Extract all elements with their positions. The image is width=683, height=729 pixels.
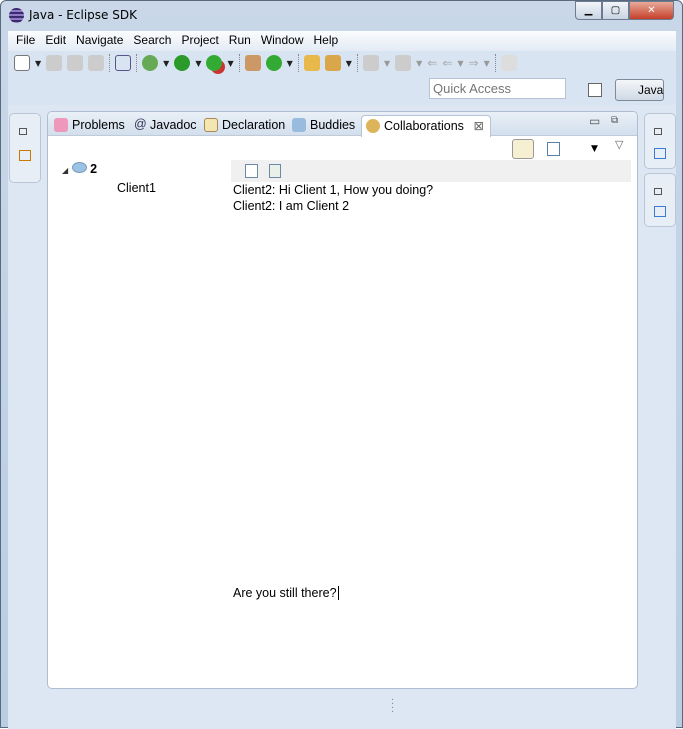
at-icon: @ [134,117,147,131]
task-list-icon[interactable] [654,206,666,217]
java-perspective-label: Java [638,83,664,97]
restore-icon[interactable] [654,188,662,195]
view-tabs: Problems @ Javadoc Declaration Buddies Co… [48,112,637,137]
tree-node-client[interactable]: Client1 [117,181,156,195]
minimize-view-icon[interactable]: ▭ [589,114,600,128]
chat-icon [366,119,380,133]
next-annotation-dropdown[interactable]: ▼ [384,59,390,68]
menu-bar: File Edit Navigate Search Project Run Wi… [8,31,676,51]
maximize-button[interactable]: ▢ [602,1,629,20]
title-bar: Java - Eclipse SDK ▁ ▢ ✕ [1,1,682,31]
buddies-icon [292,118,306,132]
new-dropdown[interactable]: ▼ [35,59,41,68]
pin-editor-icon[interactable] [500,55,517,71]
run-dropdown[interactable]: ▼ [195,59,201,68]
expand-arrow-icon[interactable]: ◢ [62,166,68,175]
tab-buddies[interactable]: Buddies [288,115,359,136]
forward-dropdown[interactable]: ▼ [484,59,490,68]
user-list-icon[interactable] [245,164,258,178]
debug-dropdown[interactable]: ▼ [163,59,169,68]
restore-icon[interactable] [654,128,662,135]
collapse-all-icon[interactable] [547,142,560,156]
java-perspective-button[interactable]: Java [615,79,664,101]
chat-input[interactable]: Are you still there? [233,586,339,600]
tree-node-root[interactable]: ◢ 2 [62,162,156,176]
menu-run[interactable]: Run [225,31,257,51]
save-all-icon[interactable] [67,55,84,71]
open-type-icon[interactable] [303,55,320,71]
declaration-icon [204,118,218,132]
restore-icon[interactable] [19,128,27,135]
menu-edit[interactable]: Edit [41,31,72,51]
menu-search[interactable]: Search [129,31,177,51]
tab-collaborations[interactable]: Collaborations ⊠ [361,115,491,137]
left-trim-stack [9,113,41,183]
chat-message: Client2: Hi Client 1, How you doing? [233,183,434,197]
tab-label: Declaration [222,118,286,132]
menu-navigate[interactable]: Navigate [72,31,129,51]
open-perspective-icon[interactable] [588,83,602,97]
tab-problems[interactable]: Problems [50,115,129,136]
chat-room-icon [71,162,87,173]
window-title: Java - Eclipse SDK [29,8,137,22]
view-menu-icon[interactable]: ▽ [615,138,623,151]
skip-breakpoints-icon[interactable] [115,55,132,71]
right-trim-stack-top [644,113,676,169]
last-edit-icon[interactable]: ⇐ [427,56,437,70]
hierarchy-icon[interactable] [19,150,31,161]
collaborations-view: Problems @ Javadoc Declaration Buddies Co… [47,111,638,689]
new-java-class-icon[interactable] [265,55,282,71]
search-dropdown[interactable]: ▼ [346,59,352,68]
outline-icon[interactable] [654,148,666,159]
search-icon[interactable] [324,55,341,71]
chat-toolbar [231,160,631,182]
menu-file[interactable]: File [12,31,41,51]
save-icon[interactable] [46,55,63,71]
new-class-dropdown[interactable]: ▼ [287,59,293,68]
view-menu-dropdown[interactable]: ▼ [591,144,598,154]
previous-annotation-icon[interactable] [395,55,412,71]
chat-message: Client2: I am Client 2 [233,199,350,213]
run-icon[interactable] [174,55,191,71]
tree-layout-icon[interactable] [269,164,281,178]
chat-input-text: Are you still there? [233,586,337,600]
external-tools-icon[interactable] [206,55,223,71]
tab-declaration[interactable]: Declaration [200,115,289,136]
new-java-package-icon[interactable] [244,55,261,71]
text-cursor [337,586,339,600]
debug-icon[interactable] [142,55,159,71]
tree-root-label: 2 [90,162,98,176]
back-icon[interactable]: ⇐ [442,56,452,70]
problems-icon [54,118,68,132]
forward-icon[interactable]: ⇒ [469,56,479,70]
tab-label: Collaborations [384,119,464,133]
menu-project[interactable]: Project [177,31,224,51]
tab-javadoc[interactable]: @ Javadoc [130,115,201,136]
tab-label: Javadoc [150,118,197,132]
main-toolbar: ▼ ▼ ▼ ▼ ▼ ▼ ▼ ▼ ⇐ ⇐ ▼ ⇒ ▼ [8,51,676,75]
previous-annotation-dropdown[interactable]: ▼ [416,59,422,68]
tab-label: Buddies [310,118,356,132]
show-chat-icon[interactable] [512,139,534,159]
eclipse-logo-icon [9,8,24,23]
close-tab-icon[interactable]: ⊠ [473,118,483,133]
maximize-view-icon[interactable]: ⧉ [611,115,618,126]
external-tools-dropdown[interactable]: ▼ [227,59,233,68]
collaborations-tree: ◢ 2 Client1 [62,162,156,195]
eclipse-window: Java - Eclipse SDK ▁ ▢ ✕ File Edit Navig… [0,0,683,729]
right-trim-stack-bottom [644,173,676,227]
minimize-button[interactable]: ▁ [575,1,602,20]
back-dropdown[interactable]: ▼ [457,59,463,68]
new-icon[interactable] [14,55,30,71]
resize-grip[interactable]: · · · · [391,696,394,718]
menu-window[interactable]: Window [257,31,310,51]
tab-label: Problems [72,118,125,132]
quick-access-input[interactable] [429,78,566,99]
menu-help[interactable]: Help [310,31,345,51]
close-button[interactable]: ✕ [629,1,674,20]
print-icon[interactable] [88,55,105,71]
next-annotation-icon[interactable] [362,55,379,71]
